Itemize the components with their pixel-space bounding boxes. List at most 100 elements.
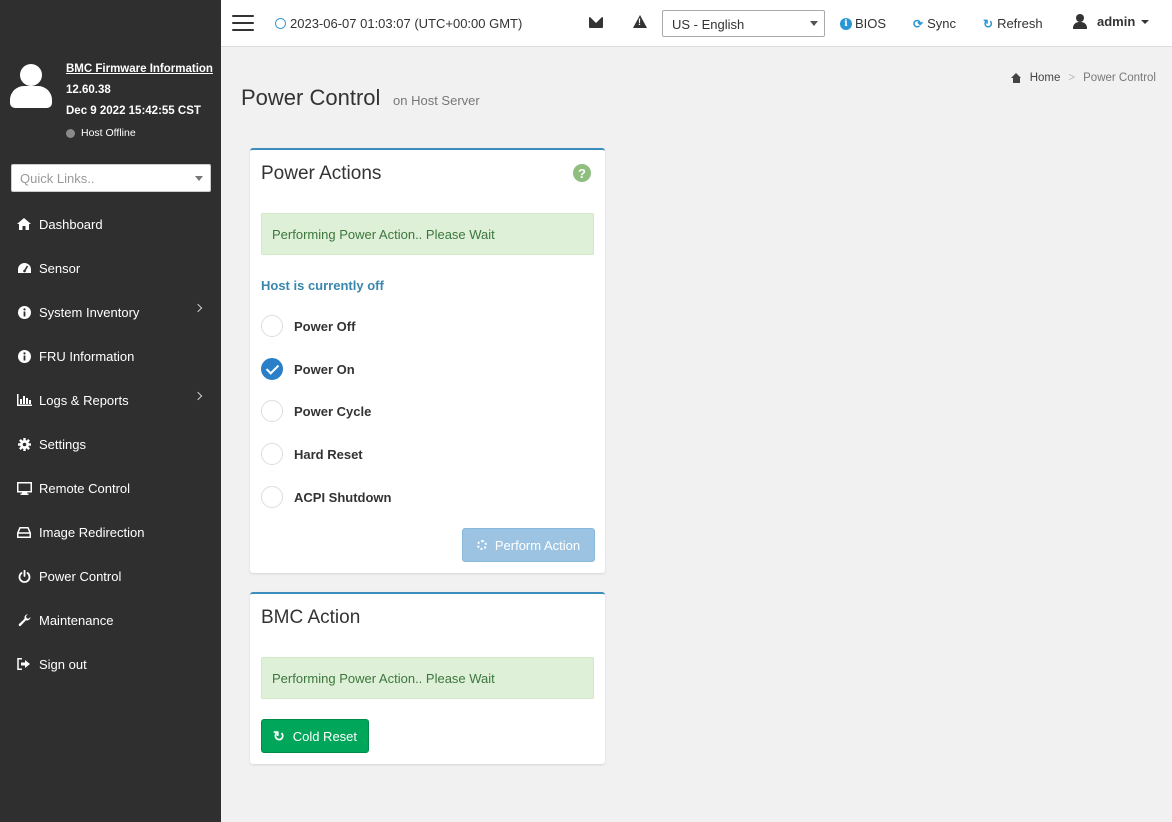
- radio-power-on[interactable]: Power On: [261, 358, 355, 380]
- monitor-icon: [16, 480, 32, 496]
- sidebar-item-sensor[interactable]: Sensor: [0, 246, 221, 290]
- radio-button[interactable]: [261, 486, 283, 508]
- radio-button-checked[interactable]: [261, 358, 283, 380]
- sign-out-icon: [16, 656, 32, 672]
- clock-icon: [275, 18, 286, 29]
- warning-icon[interactable]: [633, 15, 647, 28]
- radio-label: Power On: [294, 361, 355, 377]
- page-subtitle: on Host Server: [393, 93, 480, 108]
- sidebar-item-remote-control[interactable]: Remote Control: [0, 466, 221, 510]
- breadcrumb-current: Power Control: [1083, 72, 1156, 84]
- sidebar-item-dashboard[interactable]: Dashboard: [0, 202, 221, 246]
- status-alert: Performing Power Action.. Please Wait: [261, 213, 594, 255]
- radio-power-off[interactable]: Power Off: [261, 315, 355, 337]
- breadcrumb-separator: >: [1068, 72, 1076, 84]
- refresh-icon: ↻: [983, 16, 994, 31]
- sidebar-item-sign-out[interactable]: Sign out: [0, 642, 221, 686]
- user-panel: BMC Firmware Information 12.60.38 Dec 9 …: [0, 0, 221, 150]
- info-icon: i: [840, 17, 852, 30]
- radio-acpi-shutdown[interactable]: ACPI Shutdown: [261, 486, 392, 508]
- sidebar-item-logs-reports[interactable]: Logs & Reports: [0, 378, 221, 422]
- sidebar-item-label: Power Control: [39, 568, 122, 584]
- user-icon: [1073, 14, 1087, 29]
- power-actions-panel: Power Actions ? Performing Power Action.…: [250, 148, 605, 573]
- quick-links-placeholder: Quick Links..: [20, 171, 95, 186]
- bar-chart-icon: [16, 392, 32, 408]
- host-status-label: Host Offline: [81, 127, 136, 139]
- envelope-icon[interactable]: [589, 17, 603, 28]
- sidebar-item-label: FRU Information: [39, 348, 135, 364]
- chevron-down-icon: [810, 21, 818, 26]
- breadcrumb-home[interactable]: Home: [1030, 72, 1061, 84]
- sync-label: Sync: [927, 16, 956, 31]
- sidebar-item-label: Sensor: [39, 260, 81, 276]
- datetime-text: 2023-06-07 01:03:07 (UTC+00:00 GMT): [290, 16, 523, 31]
- sidebar-item-label: Remote Control: [39, 480, 131, 496]
- bios-label: BIOS: [855, 16, 887, 31]
- radio-button[interactable]: [261, 400, 283, 422]
- bios-button[interactable]: i BIOS: [840, 16, 886, 31]
- sidebar-item-maintenance[interactable]: Maintenance: [0, 598, 221, 642]
- firmware-version: 12.60.38: [66, 84, 111, 96]
- page-title: Power Control: [241, 85, 381, 110]
- language-value: US - English: [672, 17, 745, 32]
- sidebar-nav: Dashboard Sensor System Inventory FRU In…: [0, 202, 221, 686]
- quick-links-select[interactable]: Quick Links..: [11, 164, 211, 192]
- sidebar-item-system-inventory[interactable]: System Inventory: [0, 290, 221, 334]
- language-select[interactable]: US - English: [662, 10, 825, 37]
- menu-toggle-icon[interactable]: [232, 15, 254, 31]
- panel-title: BMC Action: [261, 607, 361, 628]
- firmware-date: Dec 9 2022 15:42:55 CST: [66, 105, 201, 117]
- perform-action-label: Perform Action: [494, 537, 581, 553]
- cold-reset-button[interactable]: ↻ Cold Reset: [261, 719, 369, 753]
- refresh-icon: ↻: [272, 727, 285, 744]
- top-bar: 2023-06-07 01:03:07 (UTC+00:00 GMT) US -…: [221, 0, 1172, 47]
- bmc-action-panel: BMC Action Performing Power Action.. Ple…: [250, 592, 605, 764]
- host-status: Host Offline: [66, 127, 136, 139]
- radio-button[interactable]: [261, 443, 283, 465]
- wrench-icon: [16, 612, 32, 628]
- refresh-label: Refresh: [997, 16, 1043, 31]
- help-icon[interactable]: ?: [573, 164, 591, 182]
- cold-reset-label: Cold Reset: [292, 728, 358, 744]
- sync-button[interactable]: ⟳ Sync: [913, 16, 956, 31]
- sidebar-item-label: Image Redirection: [39, 524, 145, 540]
- radio-label: Hard Reset: [294, 446, 363, 462]
- breadcrumb: Home > Power Control: [1010, 72, 1156, 84]
- radio-label: Power Cycle: [294, 403, 372, 419]
- sidebar-item-label: Maintenance: [39, 612, 114, 628]
- sidebar-item-label: Dashboard: [39, 216, 103, 232]
- radio-button[interactable]: [261, 315, 283, 337]
- datetime-display: 2023-06-07 01:03:07 (UTC+00:00 GMT): [275, 16, 522, 31]
- sidebar-item-label: System Inventory: [39, 304, 140, 320]
- user-name: admin: [1097, 14, 1136, 29]
- home-icon: [1010, 73, 1022, 83]
- sidebar-item-label: Sign out: [39, 656, 87, 672]
- chevron-right-icon: [193, 303, 203, 313]
- perform-action-button[interactable]: Perform Action: [462, 528, 595, 562]
- drive-icon: [16, 524, 32, 540]
- gear-icon: [16, 436, 32, 452]
- sidebar-item-power-control[interactable]: Power Control: [0, 554, 221, 598]
- gauge-icon: [16, 260, 32, 276]
- sidebar-item-label: Settings: [39, 436, 86, 452]
- panel-title: Power Actions: [261, 163, 382, 184]
- sidebar-item-label: Logs & Reports: [39, 392, 129, 408]
- sidebar-item-fru-information[interactable]: FRU Information: [0, 334, 221, 378]
- sync-icon: ⟳: [913, 16, 924, 31]
- spinner-icon: [476, 540, 487, 550]
- user-menu[interactable]: admin: [1073, 14, 1150, 29]
- radio-hard-reset[interactable]: Hard Reset: [261, 443, 363, 465]
- refresh-button[interactable]: ↻ Refresh: [983, 16, 1043, 31]
- chevron-down-icon: [195, 176, 203, 181]
- chevron-right-icon: [193, 391, 203, 401]
- status-dot-icon: [66, 128, 75, 138]
- power-icon: [16, 568, 32, 584]
- home-icon: [16, 216, 32, 232]
- sidebar-item-image-redirection[interactable]: Image Redirection: [0, 510, 221, 554]
- sidebar-item-settings[interactable]: Settings: [0, 422, 221, 466]
- chevron-down-icon: [1141, 19, 1150, 24]
- info-icon: [16, 304, 32, 320]
- firmware-info-link[interactable]: BMC Firmware Information: [66, 63, 213, 75]
- radio-power-cycle[interactable]: Power Cycle: [261, 400, 371, 422]
